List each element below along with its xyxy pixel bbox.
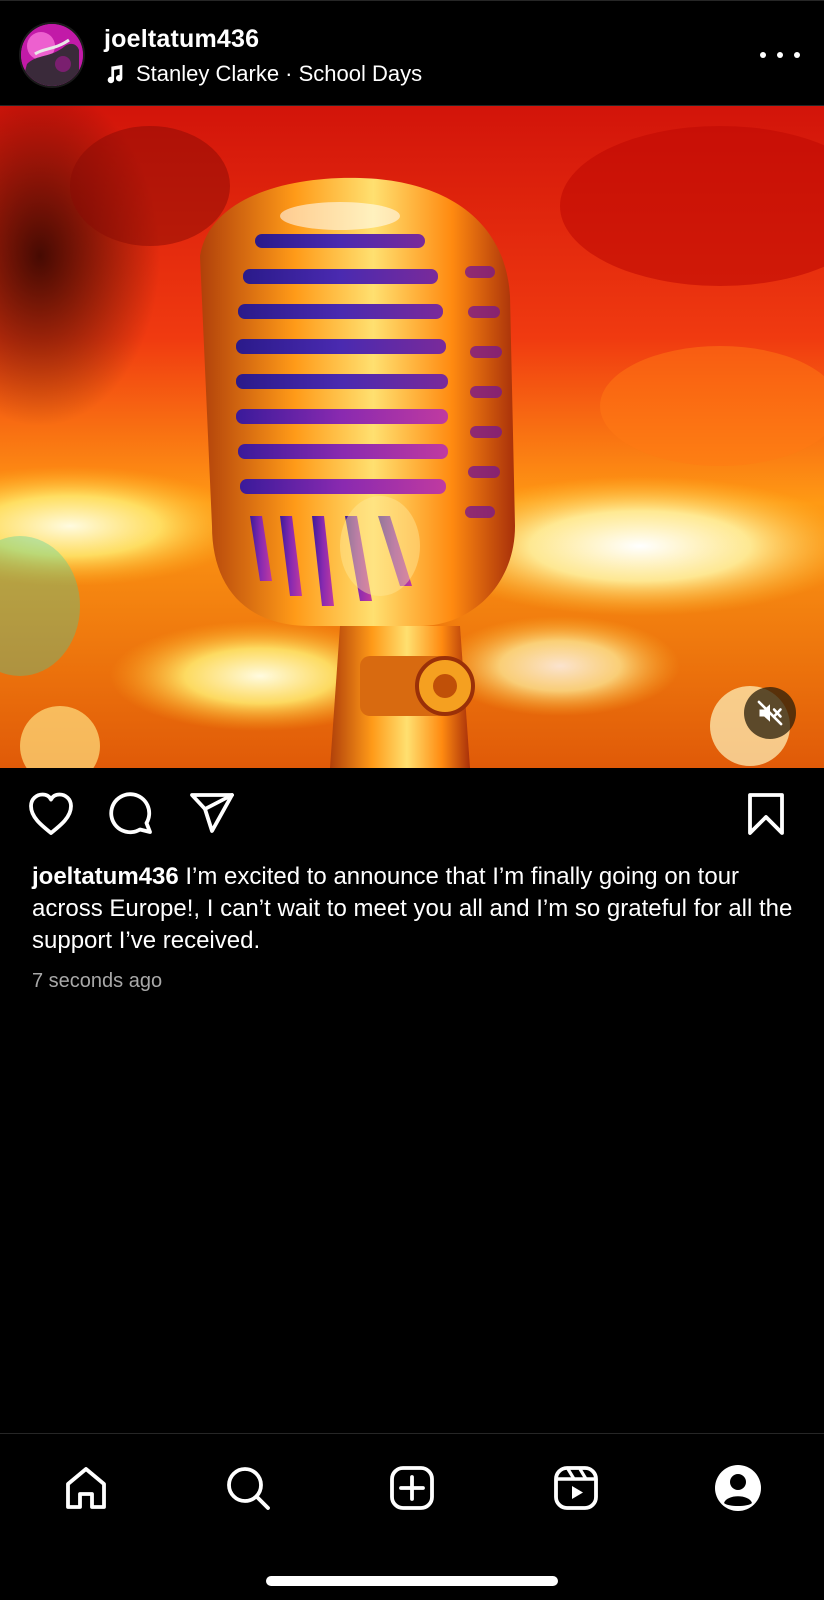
- heart-icon[interactable]: [25, 788, 77, 840]
- avatar[interactable]: [21, 24, 83, 86]
- caption-username[interactable]: joeltatum436: [32, 863, 179, 890]
- post-media[interactable]: [0, 106, 824, 768]
- profile-icon[interactable]: [710, 1460, 766, 1516]
- search-icon[interactable]: [220, 1460, 276, 1516]
- post-caption: joeltatum436 I’m excited to announce tha…: [32, 861, 802, 957]
- more-options-icon[interactable]: [760, 41, 800, 69]
- post-username[interactable]: joeltatum436: [104, 25, 259, 54]
- bookmark-icon[interactable]: [740, 788, 792, 840]
- audio-attribution[interactable]: Stanley Clarke · School Days: [104, 60, 422, 88]
- speaker-muted-icon: [757, 700, 783, 726]
- comment-icon[interactable]: [106, 788, 158, 840]
- music-note-icon: [107, 64, 123, 84]
- bottom-tab-bar: [0, 1433, 824, 1600]
- audio-title: Stanley Clarke · School Days: [136, 61, 423, 86]
- home-icon[interactable]: [58, 1460, 114, 1516]
- reels-icon[interactable]: [548, 1460, 604, 1516]
- mute-icon[interactable]: [744, 687, 796, 739]
- avatar-image: [21, 24, 83, 86]
- home-indicator[interactable]: [266, 1576, 558, 1586]
- post-timestamp: 7 seconds ago: [32, 970, 163, 992]
- share-icon[interactable]: [186, 788, 238, 840]
- microphone-photo: [0, 106, 824, 768]
- post-actions: [0, 768, 824, 858]
- create-icon[interactable]: [384, 1460, 440, 1516]
- post-header: joeltatum436 Stanley Clarke · School Day…: [0, 0, 824, 106]
